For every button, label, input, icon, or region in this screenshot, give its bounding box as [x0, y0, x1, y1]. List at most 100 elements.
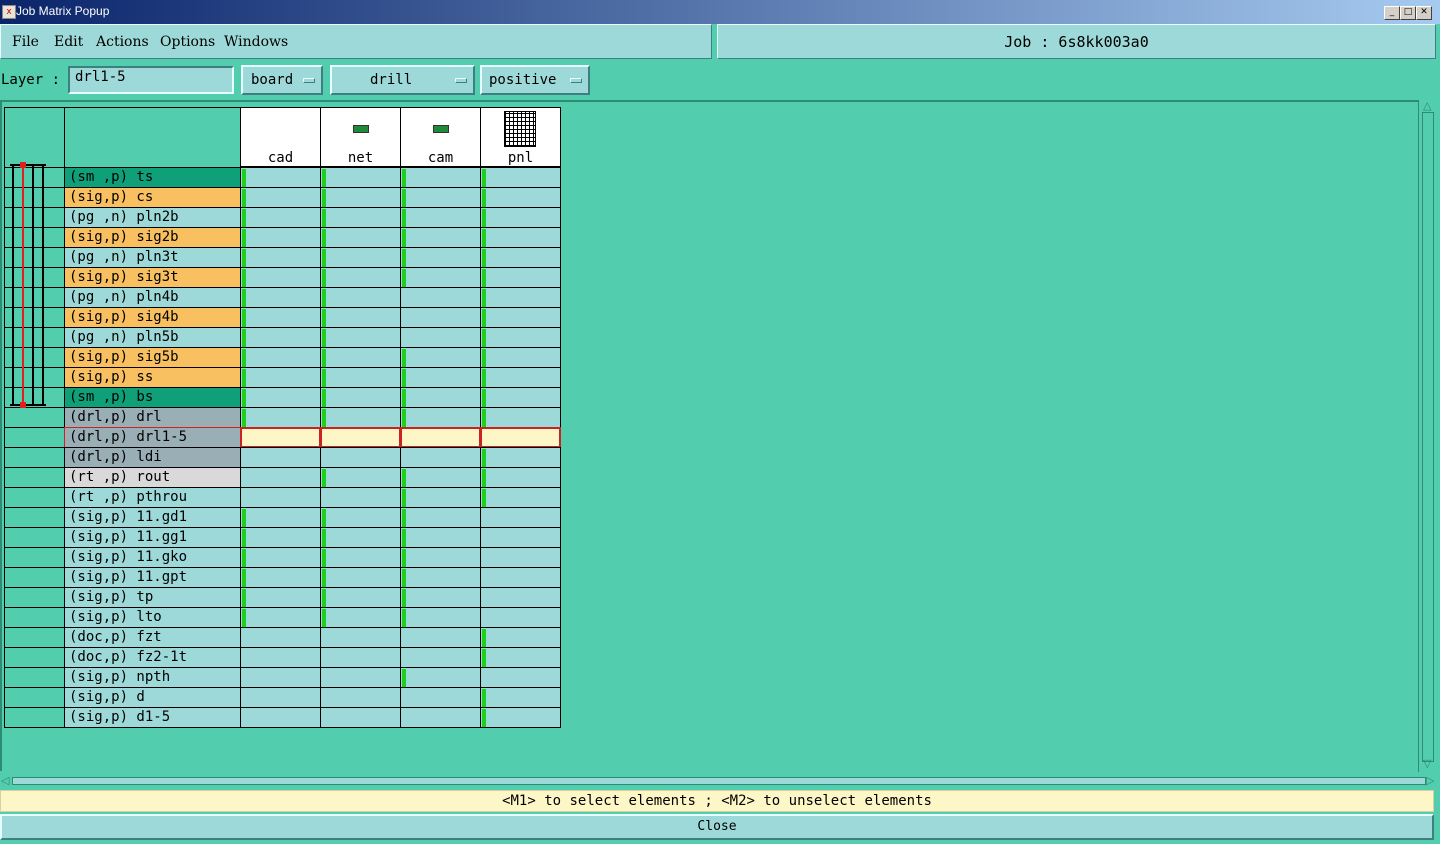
row-drag-handle[interactable] [4, 627, 65, 648]
matrix-cell[interactable] [320, 707, 401, 728]
matrix-cell[interactable] [480, 267, 561, 288]
menu-options[interactable]: Options [160, 34, 215, 50]
matrix-cell[interactable] [480, 247, 561, 268]
row-drag-handle[interactable] [4, 447, 65, 468]
layer-name-cell[interactable]: (pg ,n) pln4b [64, 287, 241, 308]
row-drag-handle[interactable] [4, 607, 65, 628]
matrix-cell[interactable] [240, 307, 321, 328]
matrix-cell[interactable] [480, 647, 561, 668]
matrix-cell[interactable] [400, 487, 481, 508]
row-drag-handle[interactable] [4, 507, 65, 528]
matrix-cell[interactable] [480, 187, 561, 208]
matrix-cell[interactable] [400, 507, 481, 528]
matrix-cell[interactable] [240, 207, 321, 228]
layer-name-cell[interactable]: (drl,p) drl1-5 [64, 427, 241, 448]
row-drag-handle[interactable] [4, 687, 65, 708]
matrix-cell[interactable] [320, 667, 401, 688]
matrix-cell[interactable] [320, 507, 401, 528]
matrix-cell[interactable] [480, 607, 561, 628]
layer-name-cell[interactable]: (sig,p) d [64, 687, 241, 708]
matrix-cell[interactable] [480, 207, 561, 228]
row-drag-handle[interactable] [4, 667, 65, 688]
matrix-cell[interactable] [480, 487, 561, 508]
layer-name-cell[interactable]: (sig,p) 11.gd1 [64, 507, 241, 528]
matrix-cell[interactable] [320, 587, 401, 608]
layer-name-cell[interactable]: (sig,p) 11.gko [64, 547, 241, 568]
scroll-up-icon[interactable]: △ [1423, 100, 1431, 112]
matrix-cell[interactable] [320, 367, 401, 388]
matrix-cell[interactable] [320, 547, 401, 568]
matrix-cell[interactable] [480, 567, 561, 588]
matrix-cell[interactable] [320, 447, 401, 468]
matrix-cell[interactable] [400, 707, 481, 728]
matrix-cell[interactable] [320, 527, 401, 548]
matrix-cell[interactable] [480, 707, 561, 728]
matrix-cell[interactable] [240, 687, 321, 708]
matrix-cell[interactable] [480, 427, 561, 448]
matrix-cell[interactable] [240, 627, 321, 648]
matrix-cell[interactable] [320, 407, 401, 428]
layer-name-cell[interactable]: (sig,p) d1-5 [64, 707, 241, 728]
layer-name-cell[interactable]: (pg ,n) pln2b [64, 207, 241, 228]
scroll-right-icon[interactable]: ▷ [1426, 775, 1434, 787]
layer-name-cell[interactable]: (drl,p) ldi [64, 447, 241, 468]
matrix-cell[interactable] [400, 467, 481, 488]
matrix-cell[interactable] [320, 687, 401, 708]
matrix-cell[interactable] [400, 247, 481, 268]
matrix-cell[interactable] [400, 547, 481, 568]
matrix-cell[interactable] [320, 247, 401, 268]
layer-name-cell[interactable]: (pg ,n) pln3t [64, 247, 241, 268]
row-drag-handle[interactable] [4, 707, 65, 728]
row-drag-handle[interactable] [4, 647, 65, 668]
matrix-cell[interactable] [240, 427, 321, 448]
matrix-cell[interactable] [240, 267, 321, 288]
matrix-cell[interactable] [400, 587, 481, 608]
matrix-cell[interactable] [480, 347, 561, 368]
scroll-left-icon[interactable]: ◁ [1, 775, 9, 787]
matrix-cell[interactable] [400, 447, 481, 468]
layer-name-cell[interactable]: (sig,p) sig3t [64, 267, 241, 288]
row-drag-handle[interactable] [4, 467, 65, 488]
minimize-button[interactable]: _ [1384, 6, 1400, 20]
step-header-cam[interactable]: cam [400, 107, 481, 168]
matrix-cell[interactable] [240, 647, 321, 668]
menu-file[interactable]: File [12, 34, 39, 50]
menu-actions[interactable]: Actions [96, 34, 149, 50]
layer-name-cell[interactable]: (sm ,p) ts [64, 167, 241, 188]
matrix-cell[interactable] [480, 227, 561, 248]
polarity-dropdown[interactable]: positive [480, 65, 590, 95]
span-top-handle[interactable] [20, 162, 26, 168]
matrix-cell[interactable] [320, 627, 401, 648]
matrix-cell[interactable] [320, 167, 401, 188]
matrix-cell[interactable] [480, 327, 561, 348]
matrix-cell[interactable] [240, 407, 321, 428]
matrix-cell[interactable] [400, 207, 481, 228]
matrix-cell[interactable] [400, 367, 481, 388]
matrix-cell[interactable] [240, 487, 321, 508]
horizontal-scrollbar[interactable]: ◁ ▷ [0, 773, 1438, 789]
matrix-cell[interactable] [240, 467, 321, 488]
scroll-down-icon[interactable]: ▽ [1423, 758, 1431, 770]
matrix-cell[interactable] [320, 647, 401, 668]
row-drag-handle[interactable] [4, 487, 65, 508]
matrix-cell[interactable] [480, 387, 561, 408]
matrix-cell[interactable] [400, 347, 481, 368]
matrix-cell[interactable] [400, 167, 481, 188]
matrix-cell[interactable] [320, 347, 401, 368]
matrix-cell[interactable] [480, 287, 561, 308]
matrix-cell[interactable] [400, 607, 481, 628]
matrix-cell[interactable] [240, 167, 321, 188]
matrix-cell[interactable] [400, 387, 481, 408]
matrix-cell[interactable] [480, 367, 561, 388]
layer-name-cell[interactable]: (pg ,n) pln5b [64, 327, 241, 348]
matrix-cell[interactable] [240, 187, 321, 208]
layer-type-dropdown[interactable]: drill [330, 65, 475, 95]
matrix-cell[interactable] [320, 287, 401, 308]
matrix-cell[interactable] [400, 427, 481, 448]
matrix-cell[interactable] [400, 227, 481, 248]
matrix-cell[interactable] [400, 187, 481, 208]
matrix-cell[interactable] [240, 547, 321, 568]
context-dropdown[interactable]: board [241, 65, 323, 95]
matrix-cell[interactable] [400, 267, 481, 288]
matrix-cell[interactable] [320, 187, 401, 208]
